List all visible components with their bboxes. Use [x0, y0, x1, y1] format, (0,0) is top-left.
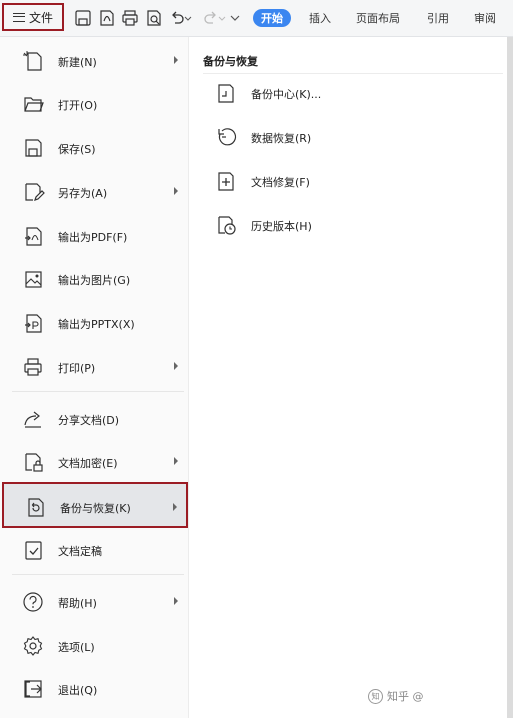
share-icon [24, 411, 41, 428]
menu-item-label: 文档加密(E) [58, 457, 118, 470]
menu-item-label: 文档定稿 [58, 545, 102, 558]
image-export-icon [25, 271, 42, 288]
folder-open-icon [24, 97, 44, 112]
hamburger-icon [12, 12, 25, 22]
finalize-document-icon [25, 541, 42, 560]
pptx-export-icon [25, 314, 42, 333]
file-menu-button[interactable]: 文件 [2, 3, 64, 31]
export-pdf-icon[interactable] [98, 9, 116, 27]
tab-page-layout[interactable]: 页面布局 [356, 9, 400, 27]
help-icon [23, 592, 43, 612]
menu-item-export-image[interactable]: 输出为图片(G) [8, 259, 186, 297]
file-menu: 新建(N) 打开(O) 保存(S) 另存为(A) 输出为PDF(F) 输出为图片… [0, 37, 189, 718]
data-recovery-item[interactable]: 数据恢复(R) [215, 122, 485, 152]
menu-item-help[interactable]: 帮助(H) [8, 582, 186, 620]
new-file-icon [23, 51, 42, 71]
menu-item-label: 备份与恢复(K) [60, 502, 131, 515]
menu-item-export-pptx[interactable]: 输出为PPTX(X) [8, 303, 186, 341]
menu-item-save-as[interactable]: 另存为(A) [8, 172, 186, 210]
sub-item-label: 备份中心(K)... [251, 88, 322, 101]
print-preview-icon[interactable] [145, 9, 163, 27]
menu-item-label: 保存(S) [58, 143, 96, 156]
printer-icon [24, 358, 42, 376]
panel-divider [203, 73, 503, 74]
menu-item-exit[interactable]: 退出(Q) [8, 669, 186, 707]
menu-item-label: 新建(N) [58, 56, 97, 69]
menu-item-export-pdf[interactable]: 输出为PDF(F) [8, 216, 186, 254]
watermark-logo-icon: 知 [368, 688, 383, 704]
print-icon[interactable] [121, 9, 139, 27]
history-version-item[interactable]: 历史版本(H) [215, 210, 485, 240]
menu-item-label: 打印(P) [58, 362, 96, 375]
menu-item-save[interactable]: 保存(S) [8, 128, 186, 166]
document-repair-item[interactable]: 文档修复(F) [215, 166, 485, 196]
file-menu-label: 文件 [28, 10, 53, 25]
menu-item-options[interactable]: 选项(L) [8, 626, 186, 664]
document-edge [507, 37, 513, 718]
submenu-arrow-icon [174, 187, 178, 195]
gear-icon [23, 636, 43, 656]
menu-item-new[interactable]: 新建(N) [8, 41, 186, 79]
backup-restore-panel: 备份与恢复 备份中心(K)... 数据恢复(R) 文档修复(F) 历史版本(H) [189, 37, 507, 718]
menu-item-label: 另存为(A) [58, 187, 108, 200]
backup-center-icon [218, 84, 234, 103]
menu-item-label: 选项(L) [58, 641, 95, 654]
submenu-arrow-icon [174, 597, 178, 605]
menu-item-backup-restore[interactable]: 备份与恢复(K) [2, 482, 188, 528]
menu-divider [12, 574, 184, 575]
menu-item-encrypt[interactable]: 文档加密(E) [8, 442, 186, 480]
watermark: 知 知乎 @ [368, 688, 424, 704]
lock-document-icon [25, 453, 43, 472]
menu-divider [12, 391, 184, 392]
save-icon [25, 139, 42, 157]
menu-item-label: 退出(Q) [58, 684, 98, 697]
data-recovery-icon [218, 128, 237, 146]
menu-item-label: 输出为图片(G) [58, 274, 131, 287]
pdf-export-icon [25, 227, 42, 246]
document-repair-icon [218, 172, 234, 191]
history-version-icon [218, 216, 236, 235]
tab-home[interactable]: 开始 [253, 9, 291, 27]
menu-item-label: 帮助(H) [58, 597, 97, 610]
submenu-arrow-icon [173, 503, 177, 511]
menu-item-open[interactable]: 打开(O) [8, 84, 186, 122]
menu-item-label: 输出为PDF(F) [58, 231, 128, 244]
menu-item-share[interactable]: 分享文档(D) [8, 399, 186, 437]
sub-item-label: 数据恢复(R) [251, 132, 312, 145]
tab-insert[interactable]: 插入 [309, 9, 331, 27]
save-as-icon [25, 183, 45, 201]
more-dropdown-icon[interactable] [230, 9, 240, 27]
backup-center-item[interactable]: 备份中心(K)... [215, 78, 485, 108]
sub-item-label: 文档修复(F) [251, 176, 310, 189]
submenu-arrow-icon [174, 457, 178, 465]
watermark-text: 知乎 @ [387, 690, 424, 703]
submenu-arrow-icon [174, 362, 178, 370]
menu-item-print[interactable]: 打印(P) [8, 347, 186, 385]
tab-references[interactable]: 引用 [427, 9, 449, 27]
menu-item-label: 分享文档(D) [58, 414, 120, 427]
sub-item-label: 历史版本(H) [251, 220, 312, 233]
undo-dropdown-icon[interactable] [184, 9, 192, 27]
save-icon[interactable] [74, 9, 92, 27]
submenu-arrow-icon [174, 56, 178, 64]
menu-item-finalize[interactable]: 文档定稿 [8, 530, 186, 568]
toolbar: 文件 开始 插入 页面布局 引用 审阅 [0, 0, 513, 37]
exit-icon [24, 680, 42, 698]
panel-title: 备份与恢复 [203, 55, 258, 68]
tab-review[interactable]: 审阅 [474, 9, 496, 27]
menu-item-label: 输出为PPTX(X) [58, 318, 135, 331]
backup-restore-icon [28, 498, 44, 517]
redo-dropdown-icon[interactable] [218, 9, 226, 27]
menu-item-label: 打开(O) [58, 99, 98, 112]
